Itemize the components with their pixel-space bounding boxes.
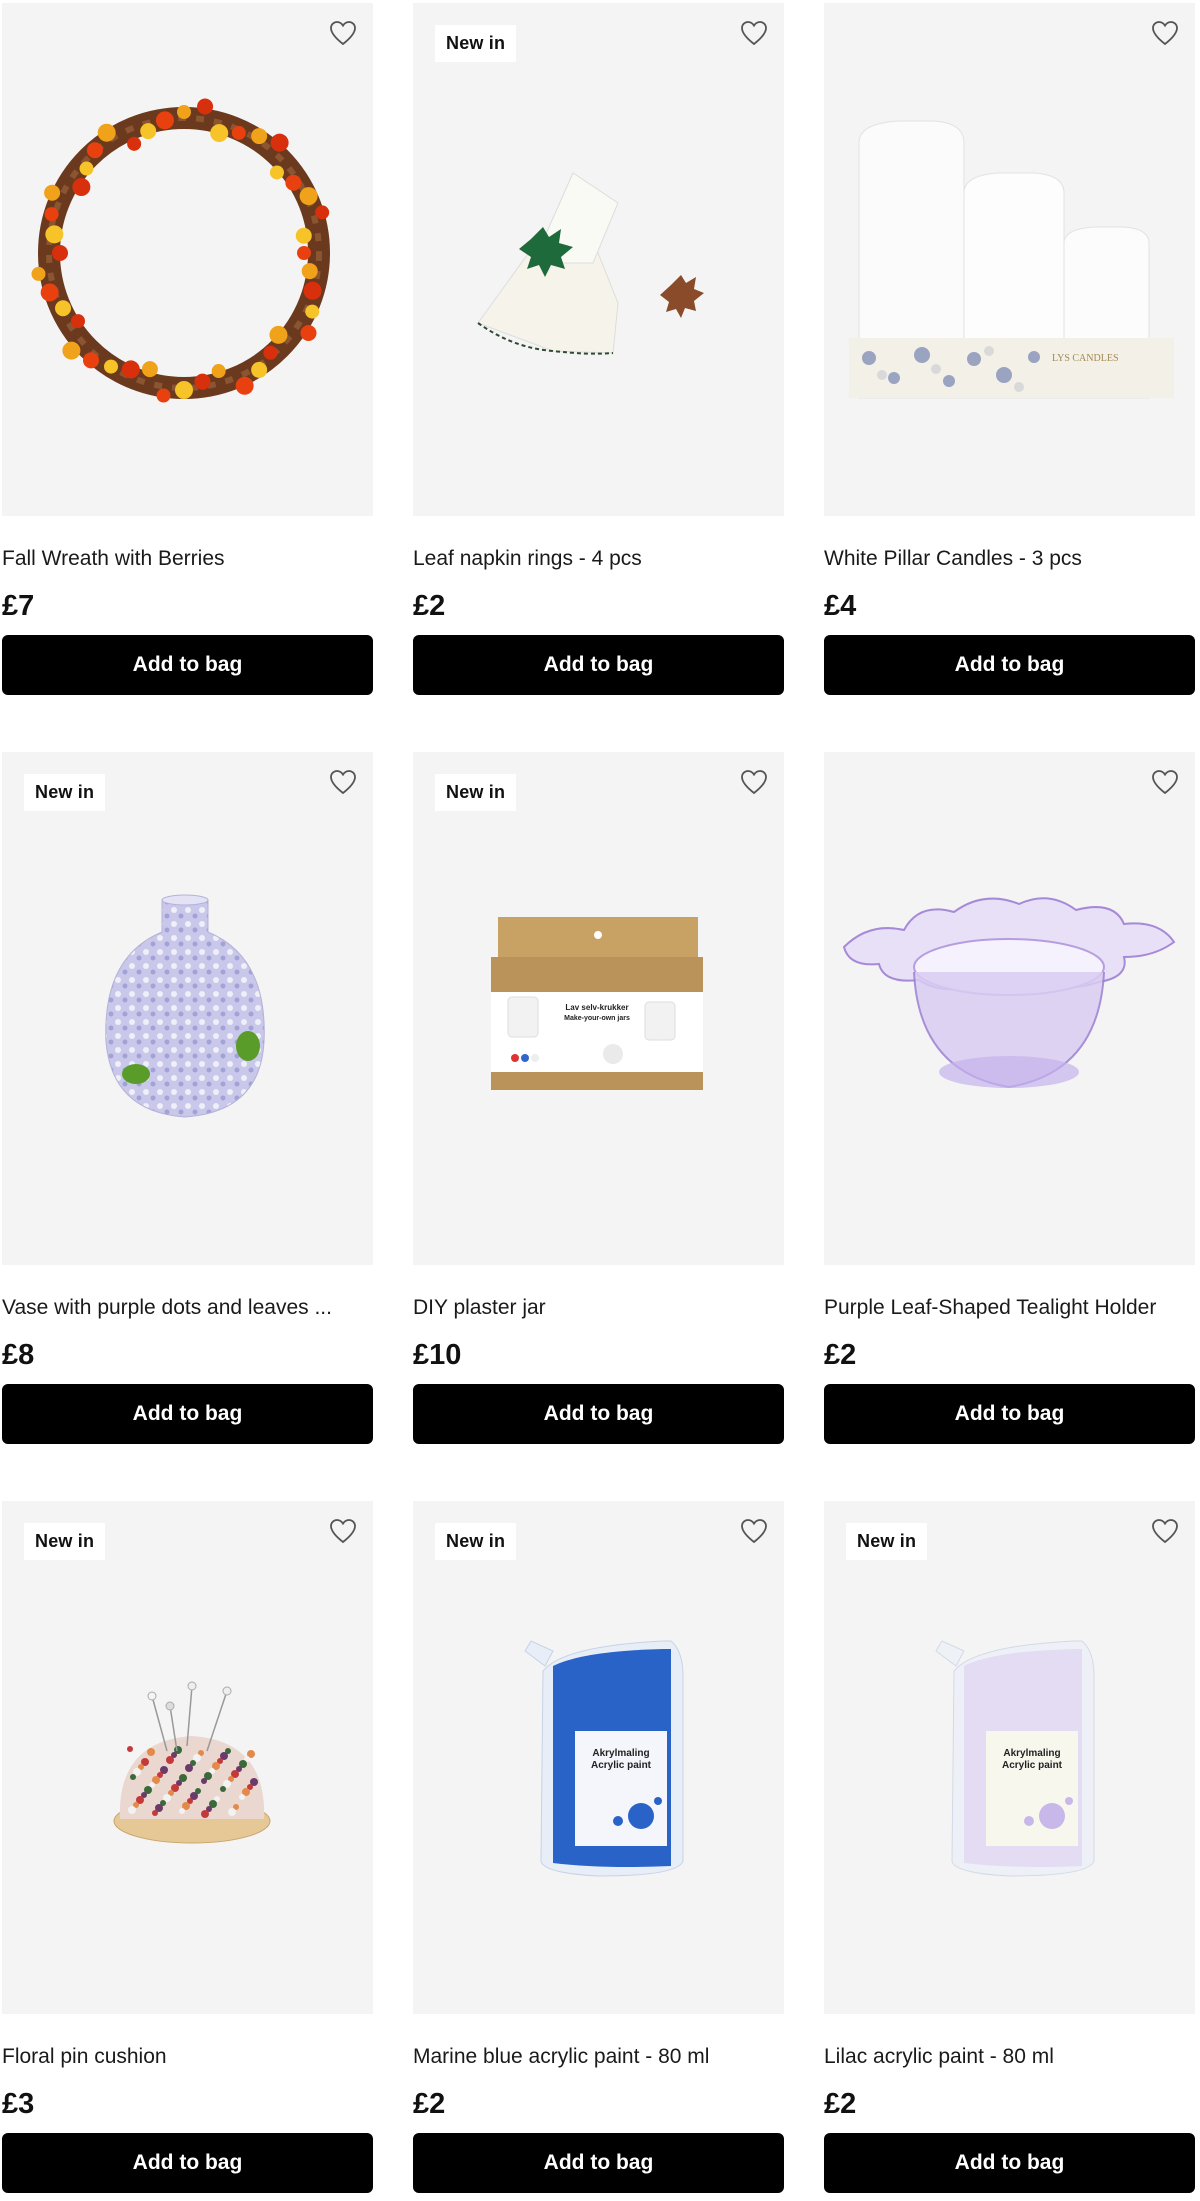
product-card[interactable]: Akrylmaling Acrylic paint New in Marine … [413,1501,784,2193]
product-name[interactable]: Fall Wreath with Berries [2,546,373,572]
napkin-ring-image [477,172,704,355]
pin-cushion-image [113,1681,271,1844]
new-in-badge: New in [846,1523,928,1560]
product-price: £2 [824,1339,857,1371]
heart-outline-icon[interactable] [738,1515,770,1547]
product-card[interactable]: New in Vase with purple dots and leaves … [2,752,373,1444]
add-to-bag-button[interactable]: Add to bag [824,1384,1195,1444]
heart-outline-icon[interactable] [1149,17,1181,49]
plaster-package-sub: Make-your-own jars [564,1015,630,1022]
blue-paint-pouch-image: Akrylmaling Acrylic paint [524,1640,684,1877]
paint-label-1: Akrylmaling [592,1748,649,1759]
add-to-bag-button[interactable]: Add to bag [413,1384,784,1444]
product-card[interactable]: Akrylmaling Acrylic paint New in Lilac a… [824,1501,1195,2193]
heart-outline-icon[interactable] [738,17,770,49]
product-name[interactable]: Lilac acrylic paint - 80 ml [824,2044,1195,2070]
add-to-bag-button[interactable]: Add to bag [2,635,373,695]
product-name[interactable]: Vase with purple dots and leaves ... [2,1295,373,1321]
add-to-bag-button[interactable]: Add to bag [824,635,1195,695]
product-name[interactable]: DIY plaster jar [413,1295,784,1321]
product-name[interactable]: Purple Leaf-Shaped Tealight Holder [824,1295,1195,1321]
product-card[interactable]: Purple Leaf-Shaped Tealight Holder £2 Ad… [824,752,1195,1444]
product-image[interactable]: Akrylmaling Acrylic paint New in [824,1501,1195,2014]
tealight-holder-image [842,897,1176,1089]
add-to-bag-button[interactable]: Add to bag [2,1384,373,1444]
product-card[interactable]: LYS CANDLES White Pillar Candles - 3 pcs… [824,3,1195,695]
product-price: £4 [824,590,857,622]
product-image[interactable]: New in [2,752,373,1265]
new-in-badge: New in [435,1523,517,1560]
plaster-jar-kit-image: Lav selv-krukker Make-your-own jars [491,917,703,1090]
product-card[interactable]: Lav selv-krukker Make-your-own jars New … [413,752,784,1444]
plaster-package-label: Lav selv-krukker [565,1003,628,1012]
product-card[interactable]: Fall Wreath with Berries £7 Add to bag [2,3,373,695]
product-grid: Fall Wreath with Berries £7 Add to bag N… [0,0,1200,2201]
candles-package-label: LYS CANDLES [1052,353,1119,364]
add-to-bag-button[interactable]: Add to bag [2,2133,373,2193]
product-name[interactable]: Floral pin cushion [2,2044,373,2070]
product-card[interactable]: New in Leaf napkin rings - 4 pcs £2 Add … [413,3,784,695]
product-image[interactable]: New in [2,1501,373,2014]
add-to-bag-button[interactable]: Add to bag [413,2133,784,2193]
product-price: £8 [2,1339,35,1371]
product-image[interactable]: LYS CANDLES [824,3,1195,516]
product-name[interactable]: Leaf napkin rings - 4 pcs [413,546,784,572]
product-image[interactable]: New in [413,3,784,516]
product-image[interactable] [2,3,373,516]
product-price: £2 [824,2088,857,2120]
vase-image [105,894,265,1118]
heart-outline-icon[interactable] [1149,766,1181,798]
product-card[interactable]: New in Floral pin cushion £3 Add to bag [2,1501,373,2193]
new-in-badge: New in [435,25,517,62]
product-image[interactable]: Lav selv-krukker Make-your-own jars New … [413,752,784,1265]
heart-outline-icon[interactable] [327,1515,359,1547]
paint-label-2: Acrylic paint [1002,1760,1063,1771]
candles-image: LYS CANDLES [849,120,1174,399]
paint-label-1: Akrylmaling [1003,1748,1060,1759]
heart-outline-icon[interactable] [738,766,770,798]
wreath-image [31,98,330,403]
product-price: £7 [2,590,35,622]
product-price: £2 [413,2088,446,2120]
new-in-badge: New in [435,774,517,811]
product-name[interactable]: Marine blue acrylic paint - 80 ml [413,2044,784,2070]
product-image[interactable]: Akrylmaling Acrylic paint New in [413,1501,784,2014]
product-image[interactable] [824,752,1195,1265]
paint-label-2: Acrylic paint [591,1760,652,1771]
new-in-badge: New in [24,774,106,811]
add-to-bag-button[interactable]: Add to bag [413,635,784,695]
product-price: £10 [413,1339,462,1371]
product-price: £3 [2,2088,35,2120]
product-price: £2 [413,590,446,622]
heart-outline-icon[interactable] [327,766,359,798]
lilac-paint-pouch-image: Akrylmaling Acrylic paint [935,1640,1095,1877]
heart-outline-icon[interactable] [1149,1515,1181,1547]
product-name[interactable]: White Pillar Candles - 3 pcs [824,546,1195,572]
new-in-badge: New in [24,1523,106,1560]
heart-outline-icon[interactable] [327,17,359,49]
add-to-bag-button[interactable]: Add to bag [824,2133,1195,2193]
